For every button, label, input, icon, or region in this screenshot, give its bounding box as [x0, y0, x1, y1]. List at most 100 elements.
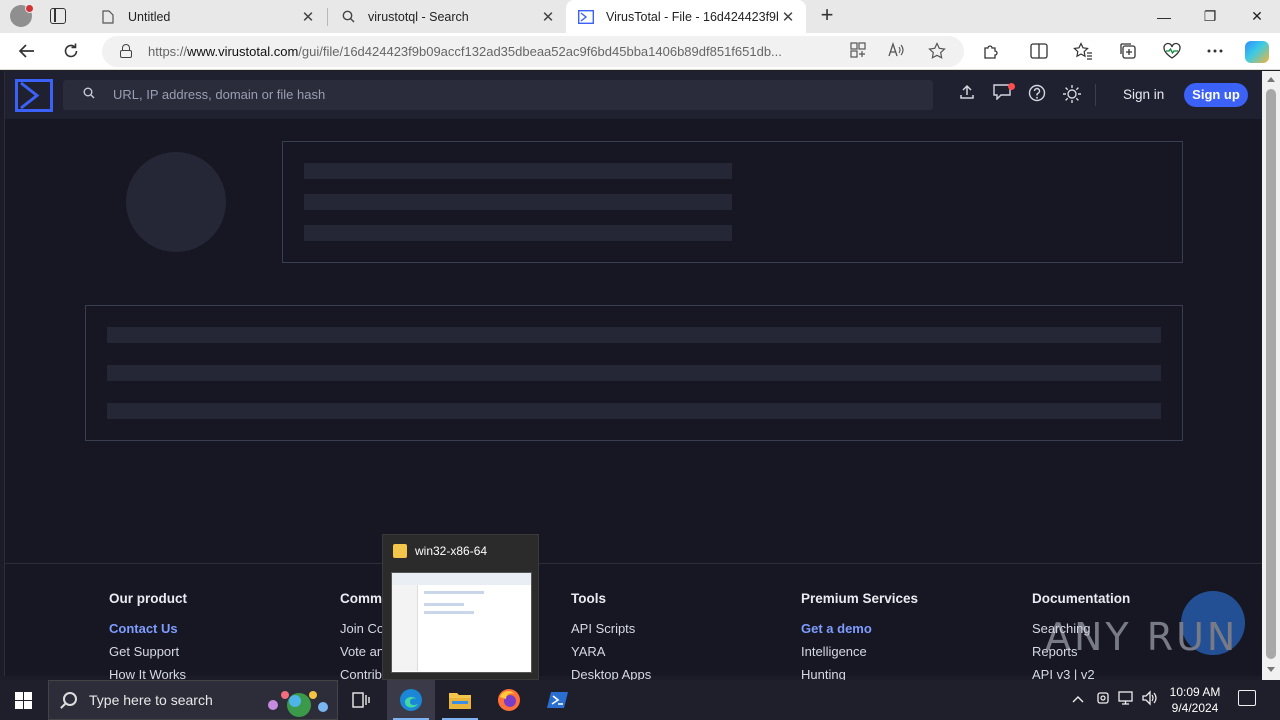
- close-icon[interactable]: ✕: [778, 8, 798, 26]
- page-icon: [100, 9, 116, 25]
- address-bar[interactable]: https://www.virustotal.com/gui/file/16d4…: [102, 36, 964, 67]
- thumbnail-title: win32-x86-64: [415, 544, 488, 558]
- notification-center-icon[interactable]: [1238, 690, 1256, 706]
- network-icon[interactable]: [1118, 690, 1136, 709]
- taskbar-search-box[interactable]: Type here to search: [48, 680, 338, 720]
- tab-virustotal[interactable]: VirusTotal - File - 16d424423f9b0 ✕: [566, 0, 806, 33]
- preview-row: [424, 611, 474, 614]
- firefox-icon: [498, 689, 520, 711]
- page-viewport: URL, IP address, domain or file hash Sig…: [0, 71, 1280, 682]
- skeleton-summary-card: [282, 141, 1183, 263]
- task-view-icon: [352, 692, 370, 708]
- footer-link-get-support[interactable]: Get Support: [109, 644, 309, 659]
- vt-header: URL, IP address, domain or file hash Sig…: [5, 71, 1263, 119]
- theme-toggle-icon[interactable]: [1061, 84, 1083, 106]
- close-icon[interactable]: ✕: [538, 8, 558, 26]
- favorite-star-icon[interactable]: [927, 42, 947, 62]
- refresh-icon: [64, 43, 78, 58]
- clock-date: 9/4/2024: [1171, 701, 1219, 715]
- header-divider: [1095, 84, 1096, 106]
- scroll-up-arrow-icon[interactable]: [1267, 77, 1275, 82]
- footer-link-get-a-demo[interactable]: Get a demo: [801, 621, 1001, 636]
- taskbar-edge[interactable]: [387, 680, 435, 720]
- footer-link-api-scripts[interactable]: API Scripts: [571, 621, 771, 636]
- skeleton-line: [304, 163, 732, 179]
- device-icon[interactable]: [1096, 690, 1110, 709]
- taskbar-file-explorer[interactable]: [436, 680, 484, 720]
- help-icon[interactable]: [1026, 84, 1048, 106]
- taskbar-clock[interactable]: 10:09 AM 9/4/2024: [1160, 684, 1230, 716]
- split-screen-icon: [1030, 43, 1048, 59]
- tab-actions-icon[interactable]: [50, 8, 66, 24]
- extensions-button[interactable]: [978, 39, 1004, 63]
- scrollbar-thumb[interactable]: [1266, 89, 1276, 659]
- vt-search-input[interactable]: URL, IP address, domain or file hash: [63, 80, 933, 110]
- task-view-button[interactable]: [337, 680, 385, 720]
- footer-heading: Premium Services: [801, 591, 919, 606]
- page-scrollbar[interactable]: [1262, 71, 1280, 680]
- notifications-icon[interactable]: [991, 83, 1015, 106]
- skeleton-line: [304, 225, 732, 241]
- search-icon: [83, 87, 97, 101]
- refresh-button[interactable]: [58, 39, 84, 63]
- folder-icon: [393, 544, 407, 558]
- copilot-icon[interactable]: [1245, 41, 1269, 63]
- browser-tab-strip: Untitled ✕ virustotql - Search ✕ VirusTo…: [0, 0, 1280, 33]
- new-tab-button[interactable]: +: [815, 4, 839, 28]
- preview-row: [424, 591, 484, 594]
- browser-essentials-button[interactable]: [1159, 39, 1185, 63]
- minimize-button[interactable]: —: [1141, 0, 1187, 33]
- virustotal-icon: [578, 9, 594, 25]
- footer-column-premium: Premium Services Get a demo Intelligence…: [801, 591, 1001, 690]
- footer-column-tools: Tools API Scripts YARA Desktop Apps: [571, 591, 771, 690]
- edge-icon: [400, 689, 422, 711]
- file-explorer-icon: [449, 693, 471, 709]
- back-button[interactable]: [14, 39, 40, 63]
- favorites-button[interactable]: [1070, 39, 1096, 63]
- show-hidden-icons-chevron-icon[interactable]: [1072, 690, 1084, 706]
- upload-icon[interactable]: [956, 84, 978, 106]
- taskbar-firefox[interactable]: [485, 680, 533, 720]
- preview-ribbon: [392, 573, 531, 585]
- virustotal-page: URL, IP address, domain or file hash Sig…: [4, 71, 1263, 682]
- footer-link-yara[interactable]: YARA: [571, 644, 771, 659]
- watermark-text: ANY RUN: [1045, 615, 1239, 659]
- footer-link-contact-us[interactable]: Contact Us: [109, 621, 309, 636]
- windows-start-icon[interactable]: [15, 692, 32, 709]
- window-preview-image[interactable]: [391, 572, 532, 673]
- tab-title: Untitled: [128, 9, 171, 24]
- heartbeat-icon: [1163, 42, 1181, 59]
- url-text[interactable]: https://www.virustotal.com/gui/file/16d4…: [148, 44, 840, 59]
- virustotal-logo-icon[interactable]: [15, 79, 53, 112]
- powershell-icon: [547, 692, 568, 708]
- taskbar-thumbnail-preview[interactable]: win32-x86-64: [382, 534, 539, 680]
- search-highlight-art-icon: [268, 691, 328, 717]
- scroll-down-arrow-icon[interactable]: [1267, 667, 1275, 672]
- split-screen-button[interactable]: [1026, 39, 1052, 63]
- skeleton-line: [304, 194, 732, 210]
- close-window-button[interactable]: ✕: [1234, 0, 1280, 33]
- sign-in-link[interactable]: Sign in: [1123, 87, 1164, 102]
- lock-icon[interactable]: [120, 44, 132, 58]
- search-icon: [63, 692, 77, 706]
- windows-taskbar: Type here to search 10:09 AM 9/4/2024: [0, 680, 1280, 720]
- app-available-icon[interactable]: [848, 42, 868, 62]
- maximize-button[interactable]: ❐: [1187, 0, 1233, 33]
- footer-link-intelligence[interactable]: Intelligence: [801, 644, 1001, 659]
- profile-avatar[interactable]: [10, 4, 34, 27]
- favorites-icon: [1073, 42, 1092, 60]
- close-icon[interactable]: ✕: [298, 8, 318, 26]
- tab-untitled[interactable]: Untitled ✕: [88, 0, 326, 33]
- sign-up-button[interactable]: Sign up: [1184, 83, 1248, 107]
- skeleton-avatar: [126, 152, 226, 252]
- collections-button[interactable]: [1115, 39, 1141, 63]
- read-aloud-icon[interactable]: [886, 41, 906, 62]
- volume-icon[interactable]: [1141, 690, 1159, 709]
- footer-heading: Our product: [109, 591, 187, 606]
- settings-menu-button[interactable]: [1202, 39, 1228, 63]
- clock-time: 10:09 AM: [1169, 685, 1221, 699]
- tab-search[interactable]: virustotql - Search ✕: [328, 0, 566, 33]
- puzzle-icon: [984, 45, 998, 59]
- collections-icon: [1120, 43, 1136, 59]
- taskbar-powershell[interactable]: [534, 680, 582, 720]
